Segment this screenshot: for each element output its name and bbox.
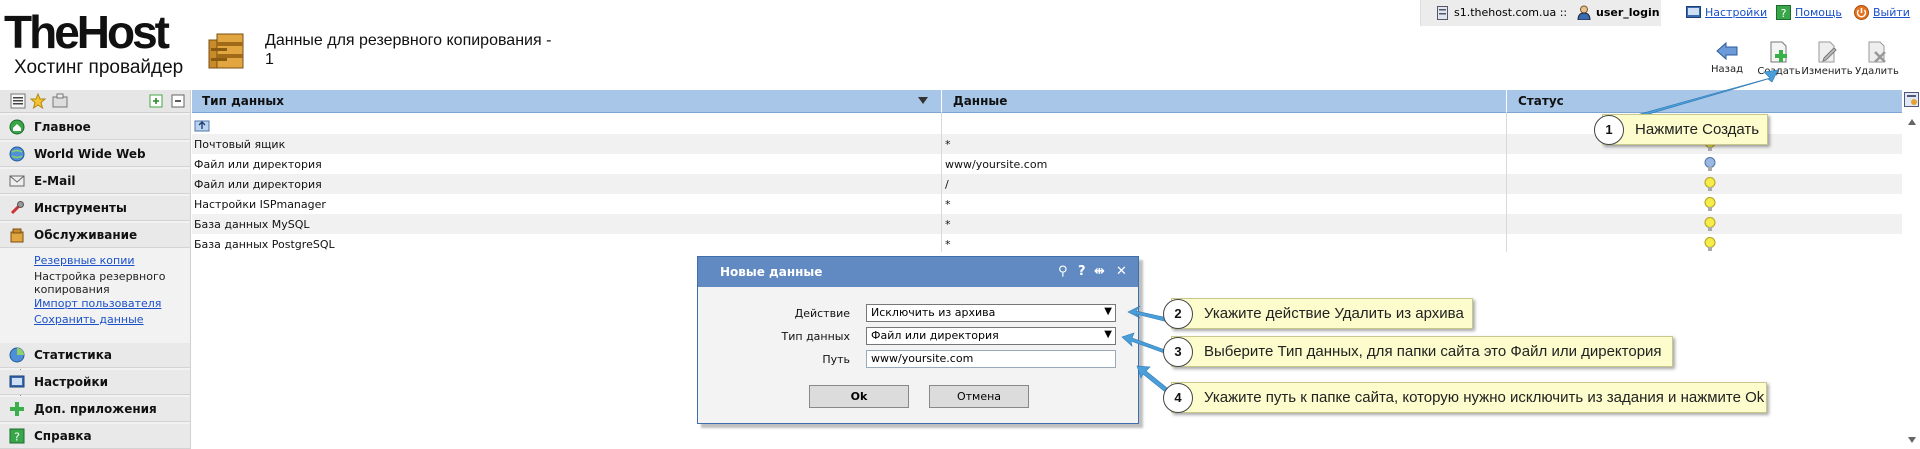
step-number: 2 bbox=[1163, 299, 1193, 329]
callout-text: Выберите Тип данных, для папки сайта это… bbox=[1204, 343, 1662, 360]
step-number: 4 bbox=[1163, 383, 1193, 413]
callout-text: Нажмите Создать bbox=[1635, 121, 1760, 138]
step-number: 1 bbox=[1594, 115, 1624, 145]
step-number: 3 bbox=[1163, 337, 1193, 367]
callout-step-1: 1 Нажмите Создать bbox=[1594, 114, 1768, 145]
callout-text: Укажите путь к папке сайта, которую нужн… bbox=[1204, 389, 1765, 406]
callout-text: Укажите действие Удалить из архива bbox=[1204, 305, 1464, 322]
callout-step-3: 3 Выберите Тип данных, для папки сайта э… bbox=[1163, 336, 1673, 367]
callout-step-4: 4 Укажите путь к папке сайта, которую ну… bbox=[1163, 382, 1767, 413]
callout-step-2: 2 Укажите действие Удалить из архива bbox=[1163, 298, 1473, 329]
arrow-to-action bbox=[1127, 305, 1169, 323]
arrow-to-type bbox=[1121, 332, 1169, 355]
